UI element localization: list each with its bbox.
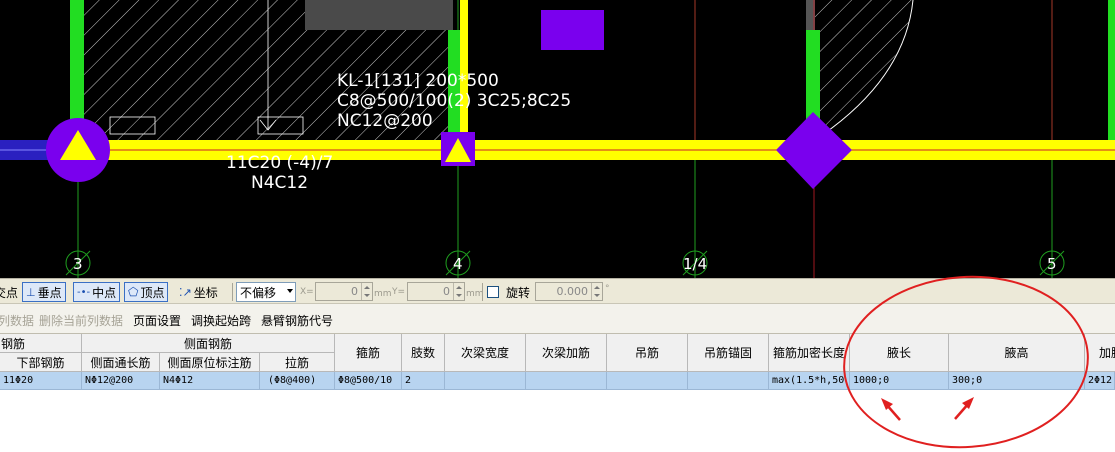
header-legs: 肢数 [402,334,445,372]
cell-side-continuous[interactable]: NΦ12@200 [82,372,160,390]
axis-label-5: 5 [1047,255,1057,273]
snap-perpendicular-label: 垂点 [37,285,62,300]
header-group-side-rebar: 侧面钢筋 [82,334,335,353]
axis-label-3: 3 [73,255,83,273]
x-value: 0 [351,285,358,298]
snap-perpendicular-button[interactable]: ⊥ 垂点 [22,282,66,302]
cell-hanger-anchor[interactable] [688,372,769,390]
cell-tie-bar[interactable]: (Φ8@400) [260,372,335,390]
dark-block [305,0,453,30]
header-stirrup: 箍筋 [335,334,402,372]
rotate-angle-input[interactable]: 0.000 [535,282,603,301]
axis-label-1-4: 1/4 [683,255,708,273]
y-coordinate-input[interactable]: 0 [407,282,465,301]
purple-rect [541,10,604,50]
y-spinner[interactable] [453,283,464,300]
delete-column-data-button[interactable]: 删除当前列数据 [39,312,123,329]
midpoint-icon: -•- [77,286,91,298]
cell-bottom-rebar[interactable]: 11Φ20 [0,372,82,390]
header-haunch-rebar: 加腋 [1085,334,1115,372]
header-side-continuous: 侧面通长筋 [82,353,160,372]
bottom-label-line: 11C20 (-4)/7 [226,153,334,173]
header-side-in-situ: 侧面原位标注筋 [160,353,260,372]
green-column-4 [1108,0,1115,140]
table-toolbar: 列数据 删除当前列数据 页面设置 调换起始跨 悬臂钢筋代号 [0,304,1115,334]
header-haunch-height: 腋高 [949,334,1085,372]
hatched-region-right [815,0,913,140]
snap-intersection-button[interactable]: 交点 [0,282,22,302]
header-group-rebar: 钢筋 [0,334,82,353]
snap-intersection-label: 交点 [0,285,19,300]
snap-midpoint-label: 中点 [92,285,117,300]
arrow-icon-left [881,398,901,421]
bottom-rebar-annotation: 11C20 (-4)/7 N4C12 [226,153,333,193]
y-label: Y= [392,287,406,297]
rotate-value: 0.000 [556,285,589,298]
chevron-down-icon [287,289,293,293]
header-haunch-length: 腋长 [850,334,949,372]
cell-hanger[interactable] [607,372,688,390]
rotate-label: 旋转 [506,286,531,300]
cell-stirrup-dense-length[interactable]: max(1.5*h,50 [769,372,850,390]
header-secondary-rebar: 次梁加筋 [526,334,607,372]
y-unit: mm [466,289,484,299]
cell-stirrup[interactable]: Φ8@500/10 [335,372,402,390]
arrow-icon-right [954,397,974,420]
header-hanger-anchor: 吊筋锚固 [688,334,769,372]
perpendicular-icon: ⊥ [26,285,36,299]
cell-legs[interactable]: 2 [402,372,445,390]
header-hanger: 吊筋 [607,334,688,372]
header-bottom-rebar: 下部钢筋 [0,353,82,372]
copy-column-data-button[interactable]: 列数据 [0,312,34,329]
rotate-spinner[interactable] [591,283,602,300]
cell-secondary-width[interactable] [445,372,526,390]
snap-midpoint-button[interactable]: -•- 中点 [73,282,121,302]
bottom-label-line: N4C12 [251,173,309,193]
rotate-checkbox[interactable] [487,286,499,298]
cad-drawing-canvas[interactable]: KL-1[131] 200*500 C8@500/100(2) 3C25;8C2… [0,0,1115,278]
cell-haunch-rebar[interactable]: 2Φ12 [1085,372,1115,390]
coordinate-icon: ⁚↗ [179,285,192,299]
axis-label-4: 4 [453,255,463,273]
snap-vertex-label: 顶点 [140,285,165,300]
snap-coordinate-label: 坐标 [193,285,218,300]
header-stirrup-dense-length: 箍筋加密长度 [769,334,850,372]
offset-select[interactable]: 不偏移 [236,282,296,302]
snap-vertex-button[interactable]: ⬠ 顶点 [124,282,169,302]
beam-label-line: NC12@200 [337,111,433,131]
page-setup-button[interactable]: 页面设置 [133,312,181,329]
cell-secondary-rebar[interactable] [526,372,607,390]
x-label: X= [300,287,314,297]
drawing-svg [0,0,1115,278]
separator [232,283,233,301]
header-tie-bar: 拉筋 [260,353,335,372]
beam-annotation: KL-1[131] 200*500 C8@500/100(2) 3C25;8C2… [337,71,571,131]
cell-side-in-situ[interactable]: N4Φ12 [160,372,260,390]
separator [482,283,483,301]
x-coordinate-input[interactable]: 0 [315,282,373,301]
header-secondary-width: 次梁宽度 [445,334,526,372]
snap-toolbar: 交点 ⊥ 垂点 -•- 中点 ⬠ 顶点 ⁚↗ 坐标 不偏移 X= 0 mm Y=… [0,278,1115,304]
snap-coordinate-button[interactable]: ⁚↗ 坐标 [175,282,222,302]
x-unit: mm [374,289,392,299]
beam-label-line: KL-1[131] 200*500 [337,71,499,91]
cell-haunch-height[interactable]: 300;0 [949,372,1085,390]
cantilever-rebar-code-button[interactable]: 悬臂钢筋代号 [261,312,333,329]
degree-unit: ° [605,284,610,294]
swap-start-span-button[interactable]: 调换起始跨 [191,312,251,329]
offset-select-value: 不偏移 [240,285,277,300]
x-spinner[interactable] [361,283,372,300]
y-value: 0 [443,285,450,298]
vertex-icon: ⬠ [128,285,139,299]
beam-label-line: C8@500/100(2) 3C25;8C25 [337,91,572,111]
cell-haunch-length[interactable]: 1000;0 [850,372,949,390]
